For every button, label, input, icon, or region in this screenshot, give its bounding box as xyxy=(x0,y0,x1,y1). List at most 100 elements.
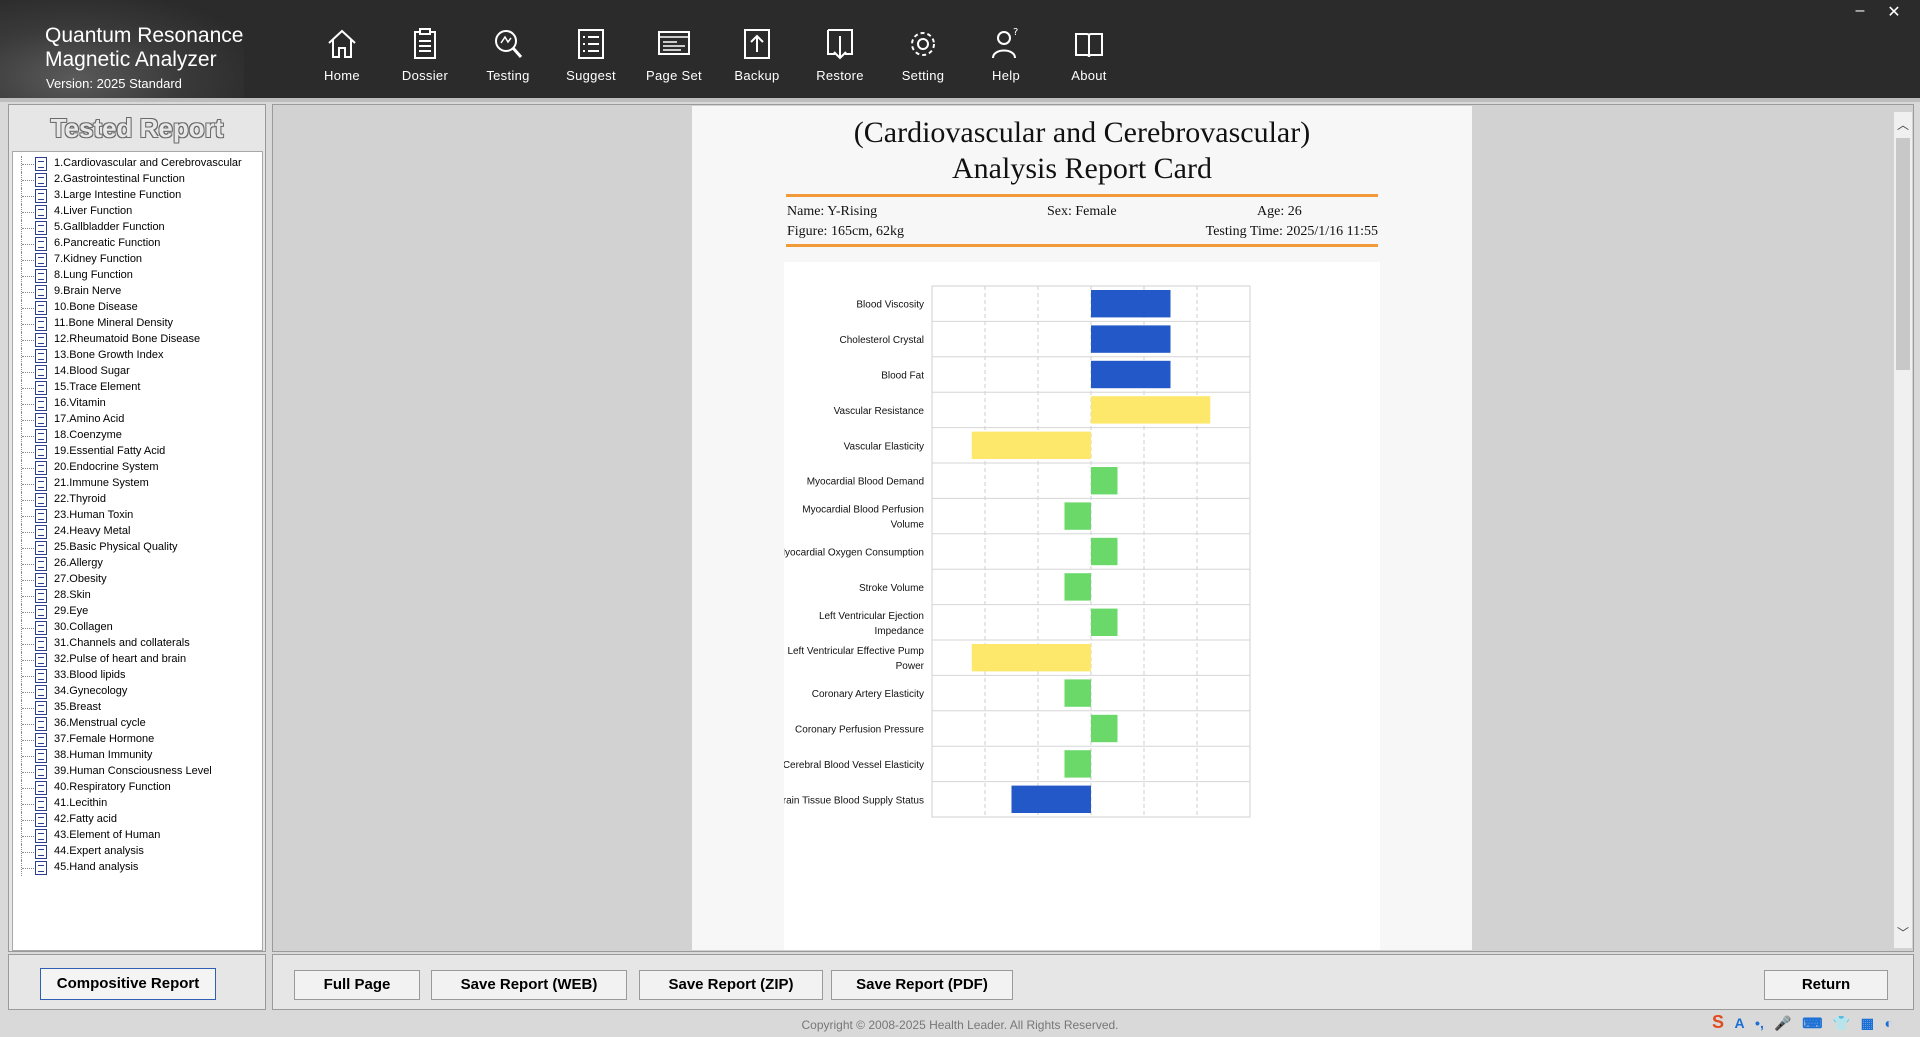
ime-keyboard-icon[interactable]: ⌨ xyxy=(1802,1015,1822,1032)
tree-item[interactable]: 28.Skin xyxy=(13,588,262,604)
tree-item[interactable]: 26.Allergy xyxy=(13,556,262,572)
bar xyxy=(971,431,1091,459)
tree-item[interactable]: 39.Human Consciousness Level xyxy=(13,764,262,780)
patient-figure: Figure: 165cm, 62kg xyxy=(787,224,905,239)
tree-item[interactable]: 16.Vitamin xyxy=(13,396,262,412)
tree-item[interactable]: 18.Coenzyme xyxy=(13,428,262,444)
nav-label: Backup xyxy=(734,68,780,83)
save-pdf-button[interactable]: Save Report (PDF) xyxy=(831,970,1013,1000)
document-icon xyxy=(35,701,47,715)
bar xyxy=(1091,608,1118,636)
save-zip-button[interactable]: Save Report (ZIP) xyxy=(639,970,823,1000)
tree-item[interactable]: 9.Brain Nerve xyxy=(13,284,262,300)
nav-backup-button[interactable]: Backup xyxy=(715,26,799,90)
tree-item[interactable]: 27.Obesity xyxy=(13,572,262,588)
tree-item[interactable]: 12.Rheumatoid Bone Disease xyxy=(13,332,262,348)
tree-item[interactable]: 20.Endocrine System xyxy=(13,460,262,476)
document-icon xyxy=(35,797,47,811)
tree-item[interactable]: 43.Element of Human xyxy=(13,828,262,844)
nav-help-button[interactable]: ? Help xyxy=(964,26,1048,90)
nav-testing-button[interactable]: Testing xyxy=(466,26,550,90)
tree-item[interactable]: 32.Pulse of heart and brain xyxy=(13,652,262,668)
tree-item[interactable]: 31.Channels and collaterals xyxy=(13,636,262,652)
save-web-button[interactable]: Save Report (WEB) xyxy=(431,970,627,1000)
tree-item[interactable]: 37.Female Hormone xyxy=(13,732,262,748)
tree-item[interactable]: 19.Essential Fatty Acid xyxy=(13,444,262,460)
tree-item-label: 9.Brain Nerve xyxy=(54,285,122,297)
tree-item[interactable]: 3.Large Intestine Function xyxy=(13,188,262,204)
nav-dossier-button[interactable]: Dossier xyxy=(383,26,467,90)
close-button[interactable]: ✕ xyxy=(1882,2,1906,22)
gear-icon xyxy=(911,32,935,56)
full-page-button[interactable]: Full Page xyxy=(294,970,420,1000)
tree-item[interactable]: 38.Human Immunity xyxy=(13,748,262,764)
scroll-up-icon[interactable]: ︿ xyxy=(1897,116,1909,133)
return-button[interactable]: Return xyxy=(1764,970,1888,1000)
category-label: Myocardial Blood Demand xyxy=(807,477,924,488)
tree-item[interactable]: 15.Trace Element xyxy=(13,380,262,396)
tree-item-label: 22.Thyroid xyxy=(54,493,106,505)
tree-item[interactable]: 11.Bone Mineral Density xyxy=(13,316,262,332)
nav-home-button[interactable]: Home xyxy=(300,26,384,90)
tree-connector xyxy=(21,844,36,860)
tree-item[interactable]: 5.Gallbladder Function xyxy=(13,220,262,236)
tree-item[interactable]: 6.Pancreatic Function xyxy=(13,236,262,252)
nav-about-button[interactable]: About xyxy=(1047,26,1131,90)
tree-item[interactable]: 22.Thyroid xyxy=(13,492,262,508)
scrollbar-thumb[interactable] xyxy=(1896,138,1910,370)
tree-connector xyxy=(21,444,36,460)
ime-punctuation-icon[interactable]: •, xyxy=(1755,1015,1764,1031)
tree-item[interactable]: 17.Amino Acid xyxy=(13,412,262,428)
tree-item[interactable]: 24.Heavy Metal xyxy=(13,524,262,540)
tree-item[interactable]: 1.Cardiovascular and Cerebrovascular xyxy=(13,156,262,172)
ime-settings-icon[interactable]: ◐ xyxy=(1884,1015,1892,1031)
tree-item[interactable]: 10.Bone Disease xyxy=(13,300,262,316)
scroll-down-icon[interactable]: ﹀ xyxy=(1897,924,1909,941)
tree-item[interactable]: 23.Human Toxin xyxy=(13,508,262,524)
tree-item[interactable]: 13.Bone Growth Index xyxy=(13,348,262,364)
tree-item[interactable]: 8.Lung Function xyxy=(13,268,262,284)
tree-item[interactable]: 35.Breast xyxy=(13,700,262,716)
tree-connector xyxy=(21,828,36,844)
tree-item-label: 19.Essential Fatty Acid xyxy=(54,445,166,457)
tree-item-label: 39.Human Consciousness Level xyxy=(54,765,212,777)
ime-grid-icon[interactable]: ▦ xyxy=(1861,1015,1874,1032)
ime-toolbar[interactable]: S A •, 🎤 ⌨ 👕 ▦ ◐ xyxy=(1712,1012,1899,1037)
tree-item[interactable]: 25.Basic Physical Quality xyxy=(13,540,262,556)
tree-item[interactable]: 40.Respiratory Function xyxy=(13,780,262,796)
tree-item[interactable]: 41.Lecithin xyxy=(13,796,262,812)
tree-connector xyxy=(21,364,36,380)
vertical-scrollbar[interactable]: ︿ ﹀ xyxy=(1894,112,1912,948)
tree-item[interactable]: 34.Gynecology xyxy=(13,684,262,700)
tree-item[interactable]: 2.Gastrointestinal Function xyxy=(13,172,262,188)
tree-item[interactable]: 42.Fatty acid xyxy=(13,812,262,828)
tree-item[interactable]: 36.Menstrual cycle xyxy=(13,716,262,732)
compositive-report-button[interactable]: Compositive Report xyxy=(40,968,216,1000)
tree-item[interactable]: 45.Hand analysis xyxy=(13,860,262,876)
tree-item[interactable]: 21.Immune System xyxy=(13,476,262,492)
tree-item[interactable]: 7.Kidney Function xyxy=(13,252,262,268)
home-icon xyxy=(328,29,356,58)
tree-item[interactable]: 29.Eye xyxy=(13,604,262,620)
ime-skin-icon[interactable]: 👕 xyxy=(1833,1015,1850,1032)
tree-item[interactable]: 14.Blood Sugar xyxy=(13,364,262,380)
report-tree[interactable]: 1.Cardiovascular and Cerebrovascular 2.Ga… xyxy=(12,151,263,951)
nav-setting-button[interactable]: Setting xyxy=(881,26,965,90)
tree-item-label: 32.Pulse of heart and brain xyxy=(54,653,187,665)
minimize-button[interactable]: – xyxy=(1848,2,1872,20)
document-icon xyxy=(35,221,47,235)
tree-item[interactable]: 33.Blood lipids xyxy=(13,668,262,684)
tree-item[interactable]: 30.Collagen xyxy=(13,620,262,636)
report-title-line1: (Cardiovascular and Cerebrovascular) xyxy=(853,116,1311,149)
document-icon xyxy=(35,589,47,603)
nav-page-set-button[interactable]: Page Set xyxy=(632,26,716,90)
nav-restore-button[interactable]: Restore xyxy=(798,26,882,90)
tree-item[interactable]: 4.Liver Function xyxy=(13,204,262,220)
ime-logo-icon[interactable]: S xyxy=(1712,1012,1724,1033)
nav-suggest-button[interactable]: Suggest xyxy=(549,26,633,90)
ime-mode-icon[interactable]: A xyxy=(1734,1015,1744,1031)
patient-age: Age: 26 xyxy=(1257,204,1302,219)
list-icon xyxy=(578,29,604,59)
tree-item[interactable]: 44.Expert analysis xyxy=(13,844,262,860)
ime-mic-icon[interactable]: 🎤 xyxy=(1774,1015,1791,1032)
